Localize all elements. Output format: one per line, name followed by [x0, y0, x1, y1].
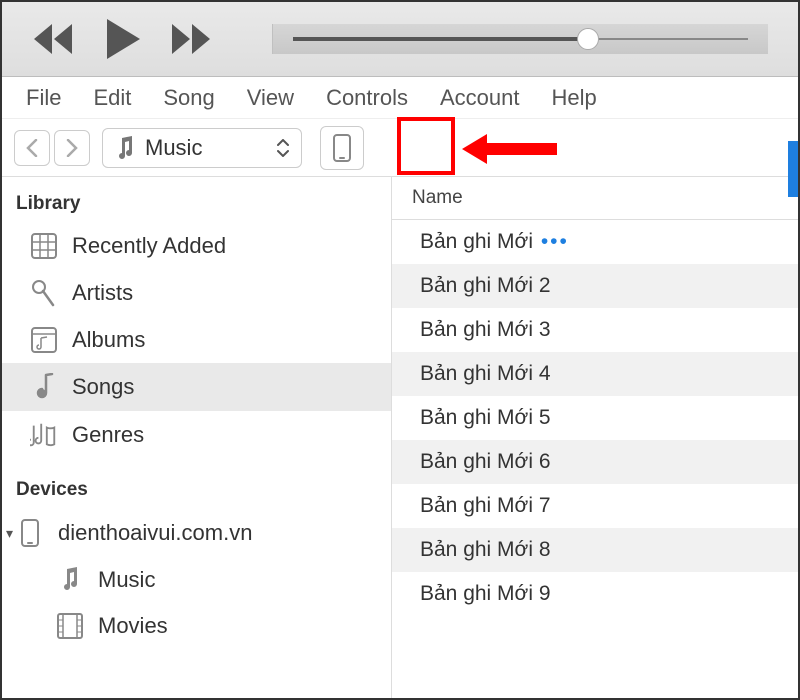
row-label: Bản ghi Mới 6: [420, 450, 551, 473]
table-row[interactable]: Bản ghi Mới 9: [392, 572, 798, 616]
phone-icon: [333, 134, 351, 162]
menu-help[interactable]: Help: [539, 81, 608, 115]
sidebar-item-label: Artists: [72, 280, 133, 306]
chevron-right-icon: [65, 139, 79, 157]
sidebar-item-albums[interactable]: Albums: [2, 317, 391, 363]
phone-icon: [16, 519, 44, 547]
film-icon: [56, 613, 84, 639]
sidebar-item-label: Recently Added: [72, 233, 226, 259]
nav-forward-button[interactable]: [54, 130, 90, 166]
playback-bar: [2, 2, 798, 77]
menu-bar: File Edit Song View Controls Account Hel…: [2, 77, 798, 119]
right-edge-accent: [788, 141, 798, 197]
grid-icon: [30, 233, 58, 259]
table-row[interactable]: Bản ghi Mới 7: [392, 484, 798, 528]
genres-icon: [30, 421, 58, 449]
callout-box: [397, 117, 455, 175]
table-row[interactable]: Bản ghi Mới 8: [392, 528, 798, 572]
row-label: Bản ghi Mới 7: [420, 494, 551, 517]
more-dots-icon[interactable]: •••: [533, 230, 569, 253]
sidebar-device-music[interactable]: Music: [2, 557, 391, 603]
sidebar-item-label: Music: [98, 567, 155, 593]
up-down-icon: [277, 139, 289, 157]
device-name: dienthoaivui.com.vn: [58, 520, 252, 546]
sidebar-item-label: Movies: [98, 613, 168, 639]
table-row[interactable]: Bản ghi Mới 5: [392, 396, 798, 440]
row-label: Bản ghi Mới 5: [420, 406, 551, 429]
menu-controls[interactable]: Controls: [314, 81, 420, 115]
sidebar: Library Recently Added Artists Albums So…: [2, 177, 392, 698]
album-icon: [30, 327, 58, 353]
sidebar-item-label: Albums: [72, 327, 145, 353]
progress-bar[interactable]: [272, 24, 768, 54]
next-button[interactable]: [170, 24, 212, 54]
nav-back-button[interactable]: [14, 130, 50, 166]
source-selector[interactable]: Music: [102, 128, 302, 168]
music-note-icon: [115, 136, 135, 160]
menu-file[interactable]: File: [14, 81, 73, 115]
main-split: Library Recently Added Artists Albums So…: [2, 177, 798, 698]
content-pane: Name Bản ghi Mới •••Bản ghi Mới 2Bản ghi…: [392, 177, 798, 698]
row-label: Bản ghi Mới: [420, 230, 533, 253]
row-label: Bản ghi Mới 8: [420, 538, 551, 561]
row-label: Bản ghi Mới 4: [420, 362, 551, 385]
sidebar-item-songs[interactable]: Songs: [2, 363, 391, 411]
device-button[interactable]: [320, 126, 364, 170]
sidebar-item-artists[interactable]: Artists: [2, 269, 391, 317]
library-title: Library: [2, 185, 391, 223]
playback-controls: [32, 19, 212, 59]
sidebar-item-genres[interactable]: Genres: [2, 411, 391, 459]
previous-button[interactable]: [32, 24, 74, 54]
sidebar-item-label: Songs: [72, 374, 134, 400]
rows-list: Bản ghi Mới ••• Bản ghi Mới 2 Bản ghi Mới …: [392, 220, 798, 616]
sidebar-device-movies[interactable]: Movies: [2, 603, 391, 649]
table-row[interactable]: Bản ghi Mới 4: [392, 352, 798, 396]
table-row[interactable]: Bản ghi Mới •••: [392, 220, 798, 264]
caret-down-icon[interactable]: ▾: [6, 525, 13, 542]
toolbar: Music: [2, 119, 798, 177]
source-label: Music: [145, 135, 267, 161]
table-row[interactable]: Bản ghi Mới 2: [392, 264, 798, 308]
row-label: Bản ghi Mới 3: [420, 318, 551, 341]
table-row[interactable]: Bản ghi Mới 3: [392, 308, 798, 352]
mic-icon: [30, 279, 58, 307]
row-label: Bản ghi Mới 9: [420, 582, 551, 605]
play-button[interactable]: [102, 19, 142, 59]
sidebar-item-recently-added[interactable]: Recently Added: [2, 223, 391, 269]
sidebar-item-label: Genres: [72, 422, 144, 448]
column-header-name[interactable]: Name: [392, 177, 798, 220]
menu-view[interactable]: View: [235, 81, 306, 115]
chevron-left-icon: [25, 139, 39, 157]
menu-account[interactable]: Account: [428, 81, 532, 115]
menu-edit[interactable]: Edit: [81, 81, 143, 115]
menu-song[interactable]: Song: [151, 81, 226, 115]
nav-group: [14, 130, 90, 166]
table-row[interactable]: Bản ghi Mới 6: [392, 440, 798, 484]
sidebar-device[interactable]: ▾ dienthoaivui.com.vn: [2, 509, 391, 557]
devices-title: Devices: [2, 471, 391, 509]
music-note-icon: [30, 373, 58, 401]
callout-arrow-icon: [462, 131, 562, 167]
row-label: Bản ghi Mới 2: [420, 274, 551, 297]
music-note-icon: [56, 567, 84, 593]
